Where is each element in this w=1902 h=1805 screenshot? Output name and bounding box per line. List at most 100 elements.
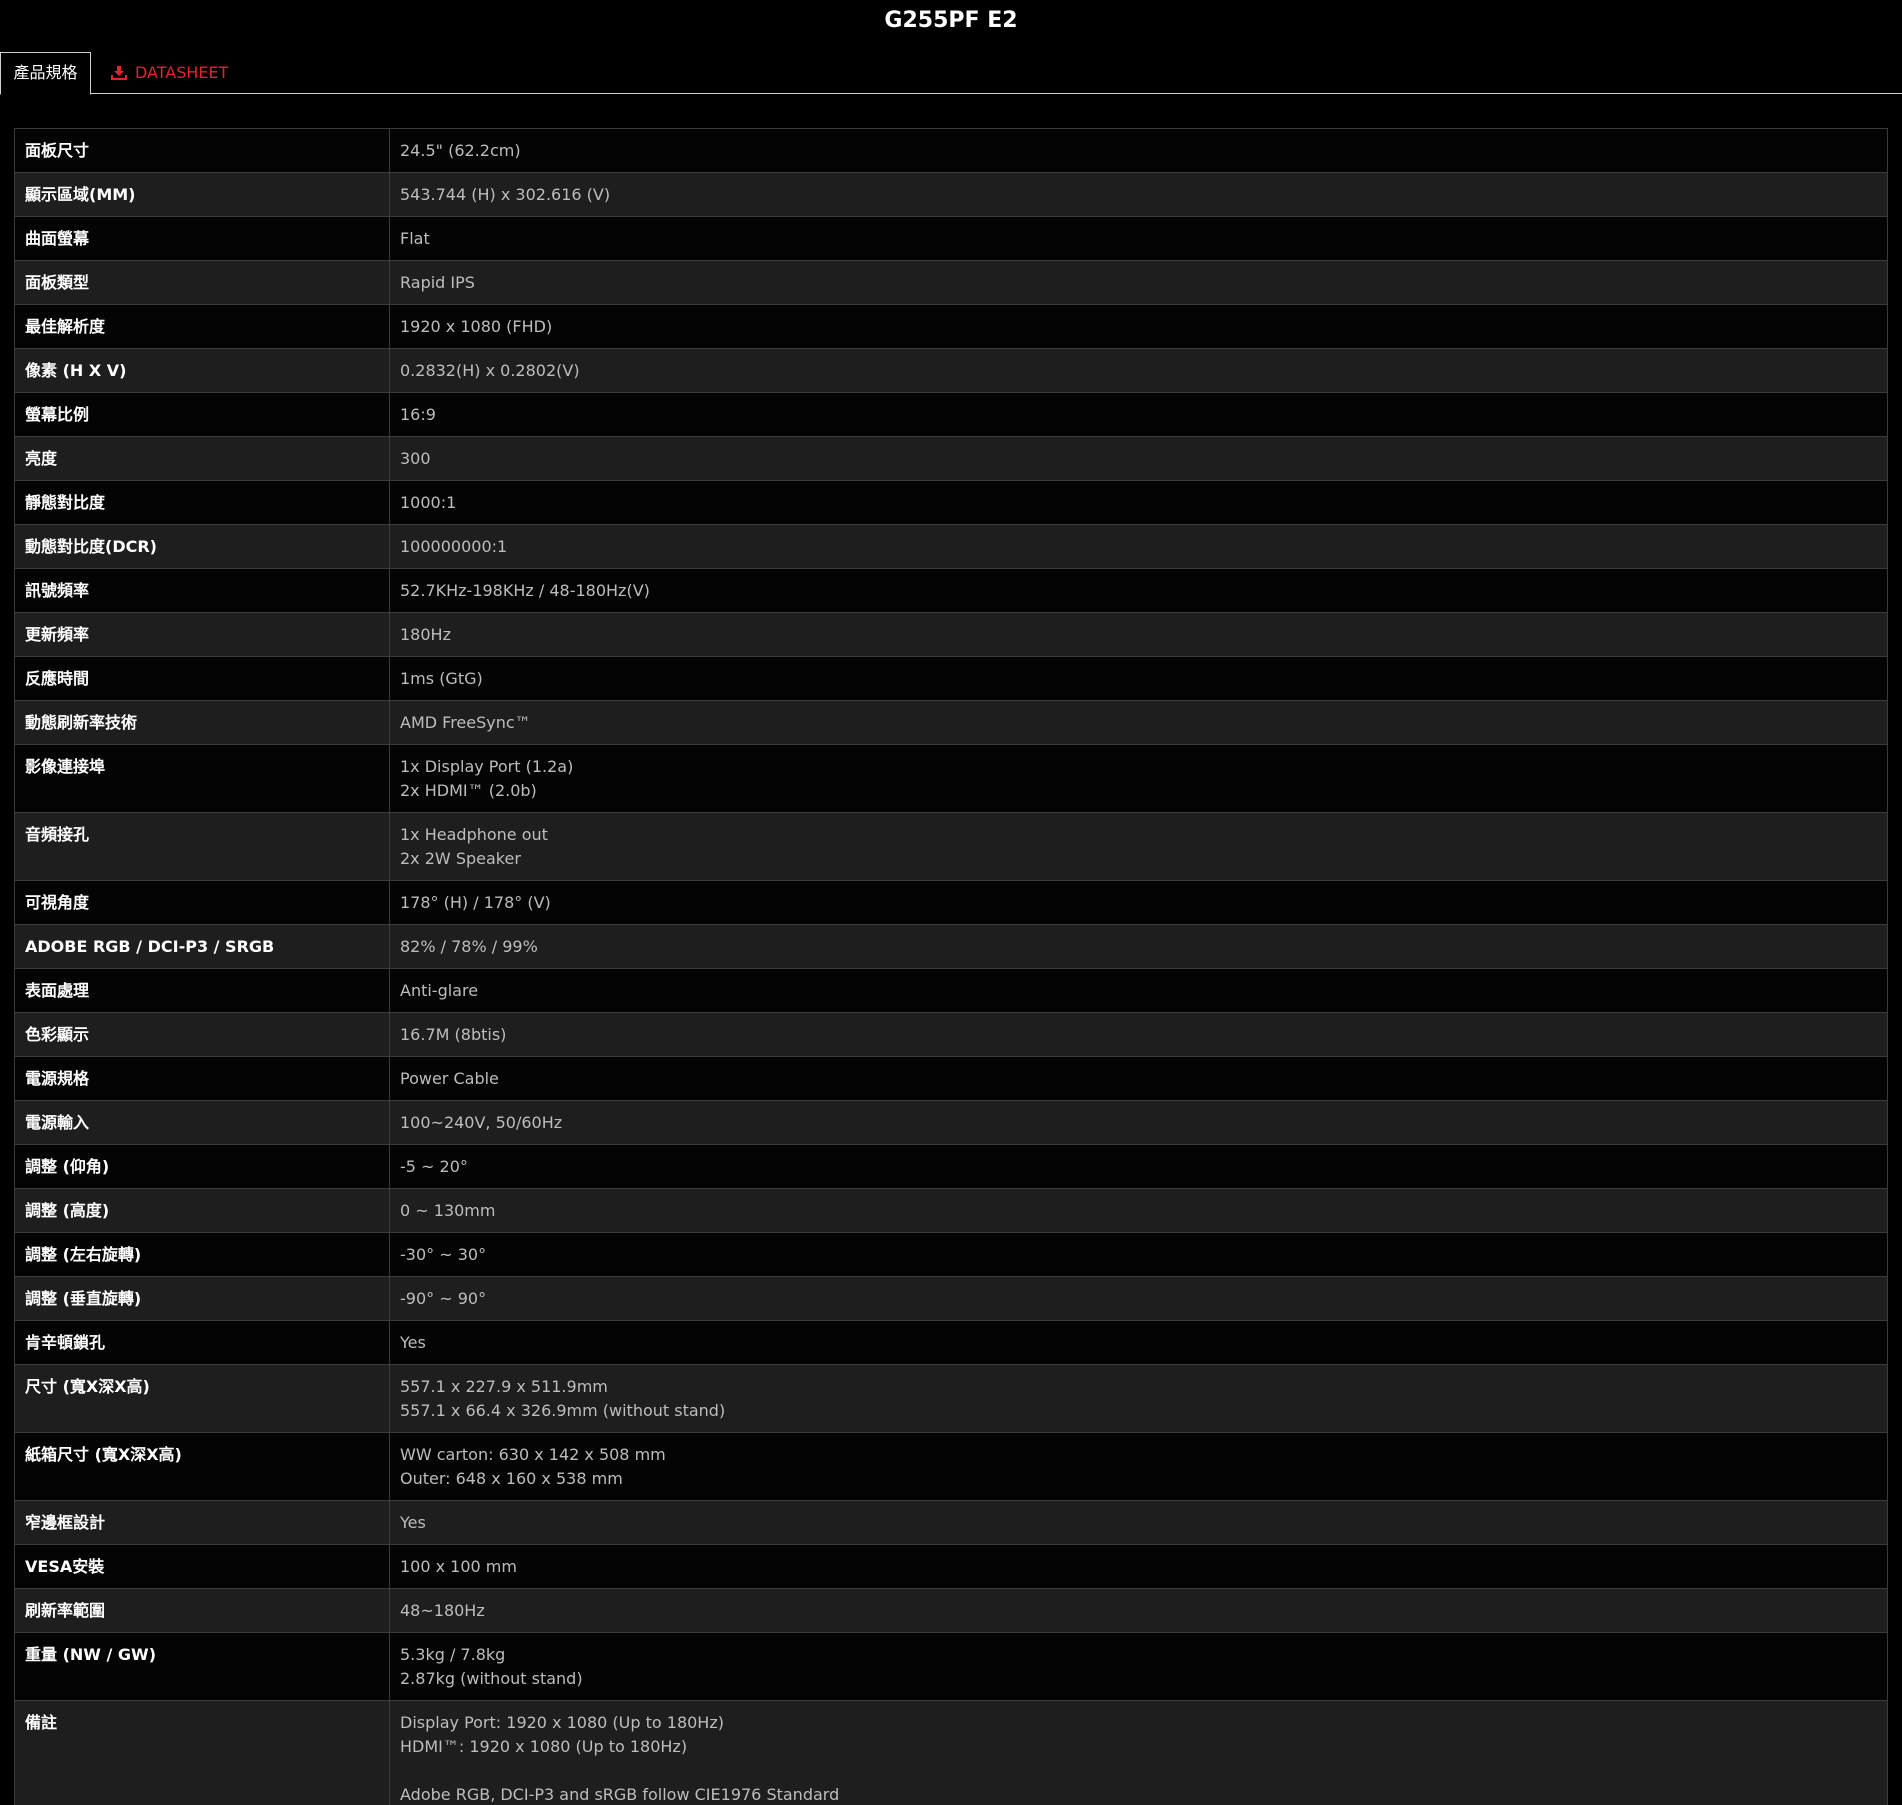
table-row: 動態刷新率技術 AMD FreeSync™ xyxy=(15,701,1887,745)
spec-value: -5 ~ 20° xyxy=(390,1145,1887,1188)
spec-value-line: 300 xyxy=(400,449,431,468)
table-row: 調整 (仰角) -5 ~ 20° xyxy=(15,1145,1887,1189)
spec-value: 16:9 xyxy=(390,393,1887,436)
spec-value-line: 2.87kg (without stand) xyxy=(400,1669,583,1688)
spec-value-line: 0.2832(H) x 0.2802(V) xyxy=(400,361,580,380)
spec-label: 窄邊框設計 xyxy=(15,1501,390,1544)
spec-label: 紙箱尺寸 (寬X深X高) xyxy=(15,1433,390,1500)
spec-value-line: Yes xyxy=(400,1513,426,1532)
spec-value: 100 x 100 mm xyxy=(390,1545,1887,1588)
spec-value: -90° ~ 90° xyxy=(390,1277,1887,1320)
spec-value: 1000:1 xyxy=(390,481,1887,524)
spec-value: 180Hz xyxy=(390,613,1887,656)
spec-label: 刷新率範圍 xyxy=(15,1589,390,1632)
table-row: VESA安裝 100 x 100 mm xyxy=(15,1545,1887,1589)
spec-label: VESA安裝 xyxy=(15,1545,390,1588)
spec-value-line: -90° ~ 90° xyxy=(400,1289,487,1308)
table-row: 動態對比度(DCR) 100000000:1 xyxy=(15,525,1887,569)
spec-value: Anti-glare xyxy=(390,969,1887,1012)
spec-label: 亮度 xyxy=(15,437,390,480)
spec-value: Display Port: 1920 x 1080 (Up to 180Hz) H… xyxy=(390,1701,1887,1805)
spec-label: 可視角度 xyxy=(15,881,390,924)
table-row: 窄邊框設計 Yes xyxy=(15,1501,1887,1545)
table-row: 像素 (H X V) 0.2832(H) x 0.2802(V) xyxy=(15,349,1887,393)
spec-label: 動態對比度(DCR) xyxy=(15,525,390,568)
spec-value: Flat xyxy=(390,217,1887,260)
spec-value-line: 557.1 x 66.4 x 326.9mm (without stand) xyxy=(400,1401,726,1420)
spec-value-line: Flat xyxy=(400,229,430,248)
spec-value-line: 24.5" (62.2cm) xyxy=(400,141,521,160)
table-row: 曲面螢幕 Flat xyxy=(15,217,1887,261)
table-row: 調整 (左右旋轉) -30° ~ 30° xyxy=(15,1233,1887,1277)
spec-value-line: 1ms (GtG) xyxy=(400,669,483,688)
table-row: 反應時間 1ms (GtG) xyxy=(15,657,1887,701)
spec-value-line: 1x Headphone out xyxy=(400,825,548,844)
spec-label: 音頻接孔 xyxy=(15,813,390,880)
spec-value: Yes xyxy=(390,1321,1887,1364)
spec-label: 像素 (H X V) xyxy=(15,349,390,392)
spec-label: 肯辛頓鎖孔 xyxy=(15,1321,390,1364)
spec-value-line: 1x Display Port (1.2a) xyxy=(400,757,574,776)
spec-value-line: 100000000:1 xyxy=(400,537,508,556)
spec-label: 尺寸 (寬X深X高) xyxy=(15,1365,390,1432)
spec-label: 表面處理 xyxy=(15,969,390,1012)
spec-value-line: 0 ~ 130mm xyxy=(400,1201,496,1220)
spec-value-line: 16.7M (8btis) xyxy=(400,1025,507,1044)
table-row: 重量 (NW / GW) 5.3kg / 7.8kg 2.87kg (without… xyxy=(15,1633,1887,1701)
spec-value-line: 557.1 x 227.9 x 511.9mm xyxy=(400,1377,608,1396)
spec-label: 電源規格 xyxy=(15,1057,390,1100)
spec-label: 面板類型 xyxy=(15,261,390,304)
spec-value-line: 100 x 100 mm xyxy=(400,1557,517,1576)
table-row: 更新頻率 180Hz xyxy=(15,613,1887,657)
spec-value-line: Adobe RGB, DCI-P3 and sRGB follow CIE197… xyxy=(400,1785,840,1804)
spec-value: 178° (H) / 178° (V) xyxy=(390,881,1887,924)
spec-value: 52.7KHz-198KHz / 48-180Hz(V) xyxy=(390,569,1887,612)
table-row: 影像連接埠 1x Display Port (1.2a) 2x HDMI™ (2.0… xyxy=(15,745,1887,813)
spec-label: 調整 (高度) xyxy=(15,1189,390,1232)
tab-product-specs-label: 產品規格 xyxy=(13,63,78,82)
table-row: 電源規格 Power Cable xyxy=(15,1057,1887,1101)
spec-label: 更新頻率 xyxy=(15,613,390,656)
spec-label: 色彩顯示 xyxy=(15,1013,390,1056)
table-row: 靜態對比度 1000:1 xyxy=(15,481,1887,525)
table-row: 螢幕比例 16:9 xyxy=(15,393,1887,437)
table-row: 面板尺寸 24.5" (62.2cm) xyxy=(15,129,1887,173)
spec-value-line: 543.744 (H) x 302.616 (V) xyxy=(400,185,611,204)
spec-value: 100~240V, 50/60Hz xyxy=(390,1101,1887,1144)
spec-value-line: 82% / 78% / 99% xyxy=(400,937,538,956)
tab-bar: 產品規格 DATASHEET xyxy=(0,52,1902,95)
spec-label: 重量 (NW / GW) xyxy=(15,1633,390,1700)
spec-label: 曲面螢幕 xyxy=(15,217,390,260)
spec-label: 訊號頻率 xyxy=(15,569,390,612)
table-row: 訊號頻率 52.7KHz-198KHz / 48-180Hz(V) xyxy=(15,569,1887,613)
spec-value: 0.2832(H) x 0.2802(V) xyxy=(390,349,1887,392)
page-title: G255PF E2 xyxy=(884,8,1018,33)
spec-value: 543.744 (H) x 302.616 (V) xyxy=(390,173,1887,216)
spec-value-line: 178° (H) / 178° (V) xyxy=(400,893,551,912)
spec-value-line: 48~180Hz xyxy=(400,1601,485,1620)
spec-label: 反應時間 xyxy=(15,657,390,700)
table-row: 調整 (垂直旋轉) -90° ~ 90° xyxy=(15,1277,1887,1321)
spec-value: 1ms (GtG) xyxy=(390,657,1887,700)
spec-label: 面板尺寸 xyxy=(15,129,390,172)
tab-product-specs[interactable]: 產品規格 xyxy=(0,52,91,95)
download-icon xyxy=(111,66,127,80)
spec-label: 靜態對比度 xyxy=(15,481,390,524)
spec-label: 調整 (仰角) xyxy=(15,1145,390,1188)
tab-datasheet[interactable]: DATASHEET xyxy=(110,52,228,94)
spec-value-line: 2x HDMI™ (2.0b) xyxy=(400,781,537,800)
spec-value-line: Display Port: 1920 x 1080 (Up to 180Hz) xyxy=(400,1713,724,1732)
spec-label: 螢幕比例 xyxy=(15,393,390,436)
spec-value: Yes xyxy=(390,1501,1887,1544)
spec-table: 面板尺寸 24.5" (62.2cm) 顯示區域(MM) 543.744 (H) x … xyxy=(14,128,1888,1805)
spec-value-line: WW carton: 630 x 142 x 508 mm xyxy=(400,1445,666,1464)
spec-value-line: 16:9 xyxy=(400,405,436,424)
table-row: 尺寸 (寬X深X高) 557.1 x 227.9 x 511.9mm 557.1 x… xyxy=(15,1365,1887,1433)
spec-value-line: AMD FreeSync™ xyxy=(400,713,531,732)
table-row: 可視角度 178° (H) / 178° (V) xyxy=(15,881,1887,925)
spec-value-line: Anti-glare xyxy=(400,981,479,1000)
spec-label: 最佳解析度 xyxy=(15,305,390,348)
spec-value-line: -5 ~ 20° xyxy=(400,1157,468,1176)
spec-value-line: Outer: 648 x 160 x 538 mm xyxy=(400,1469,623,1488)
spec-value: 82% / 78% / 99% xyxy=(390,925,1887,968)
